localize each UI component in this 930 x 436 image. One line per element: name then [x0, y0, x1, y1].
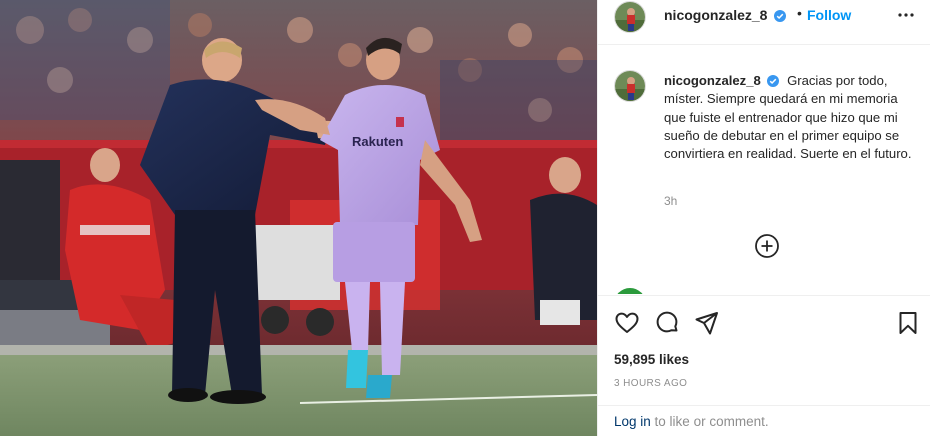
plus-circle-icon[interactable]	[754, 233, 780, 259]
username-text: nicogonzalez_8	[664, 7, 768, 23]
post-actions: 59,895 likes 3 HOURS AGO	[598, 295, 930, 408]
paper-plane-icon[interactable]	[694, 310, 720, 336]
heart-icon[interactable]	[614, 310, 640, 336]
more-options-icon[interactable]	[897, 8, 915, 22]
post-header: nicogonzalez_8 • Follow	[598, 0, 930, 45]
login-prompt: Log in to like or comment.	[598, 405, 930, 436]
login-prompt-text: to like or comment.	[650, 414, 769, 429]
post-sidebar: nicogonzalez_8 • Follow nicogonzalez_8 G…	[597, 0, 930, 436]
post-username-link[interactable]: nicogonzalez_8	[664, 7, 787, 23]
verified-badge-icon	[767, 75, 780, 87]
avatar	[614, 288, 646, 294]
comments-area: nicogonzalez_8 Gracias por todo, míster.…	[598, 46, 930, 294]
caption-time-ago[interactable]: 3h	[664, 194, 677, 208]
post-timestamp[interactable]: 3 HOURS AGO	[614, 378, 687, 389]
verified-badge-icon	[774, 10, 787, 22]
post-caption: nicogonzalez_8 Gracias por todo, míster.…	[664, 72, 920, 163]
post-photo[interactable]: Rakuten	[0, 0, 597, 436]
shirt-sponsor-text: Rakuten	[352, 134, 403, 149]
login-link[interactable]: Log in	[614, 414, 651, 429]
avatar[interactable]	[614, 70, 646, 102]
separator-dot: •	[797, 5, 802, 21]
avatar[interactable]	[614, 1, 646, 33]
bookmark-icon[interactable]	[895, 310, 921, 336]
likes-count[interactable]: 59,895 likes	[614, 352, 689, 367]
caption-username[interactable]: nicogonzalez_8	[664, 73, 761, 88]
follow-button[interactable]: Follow	[807, 7, 851, 23]
comment-bubble-icon[interactable]	[654, 310, 680, 336]
